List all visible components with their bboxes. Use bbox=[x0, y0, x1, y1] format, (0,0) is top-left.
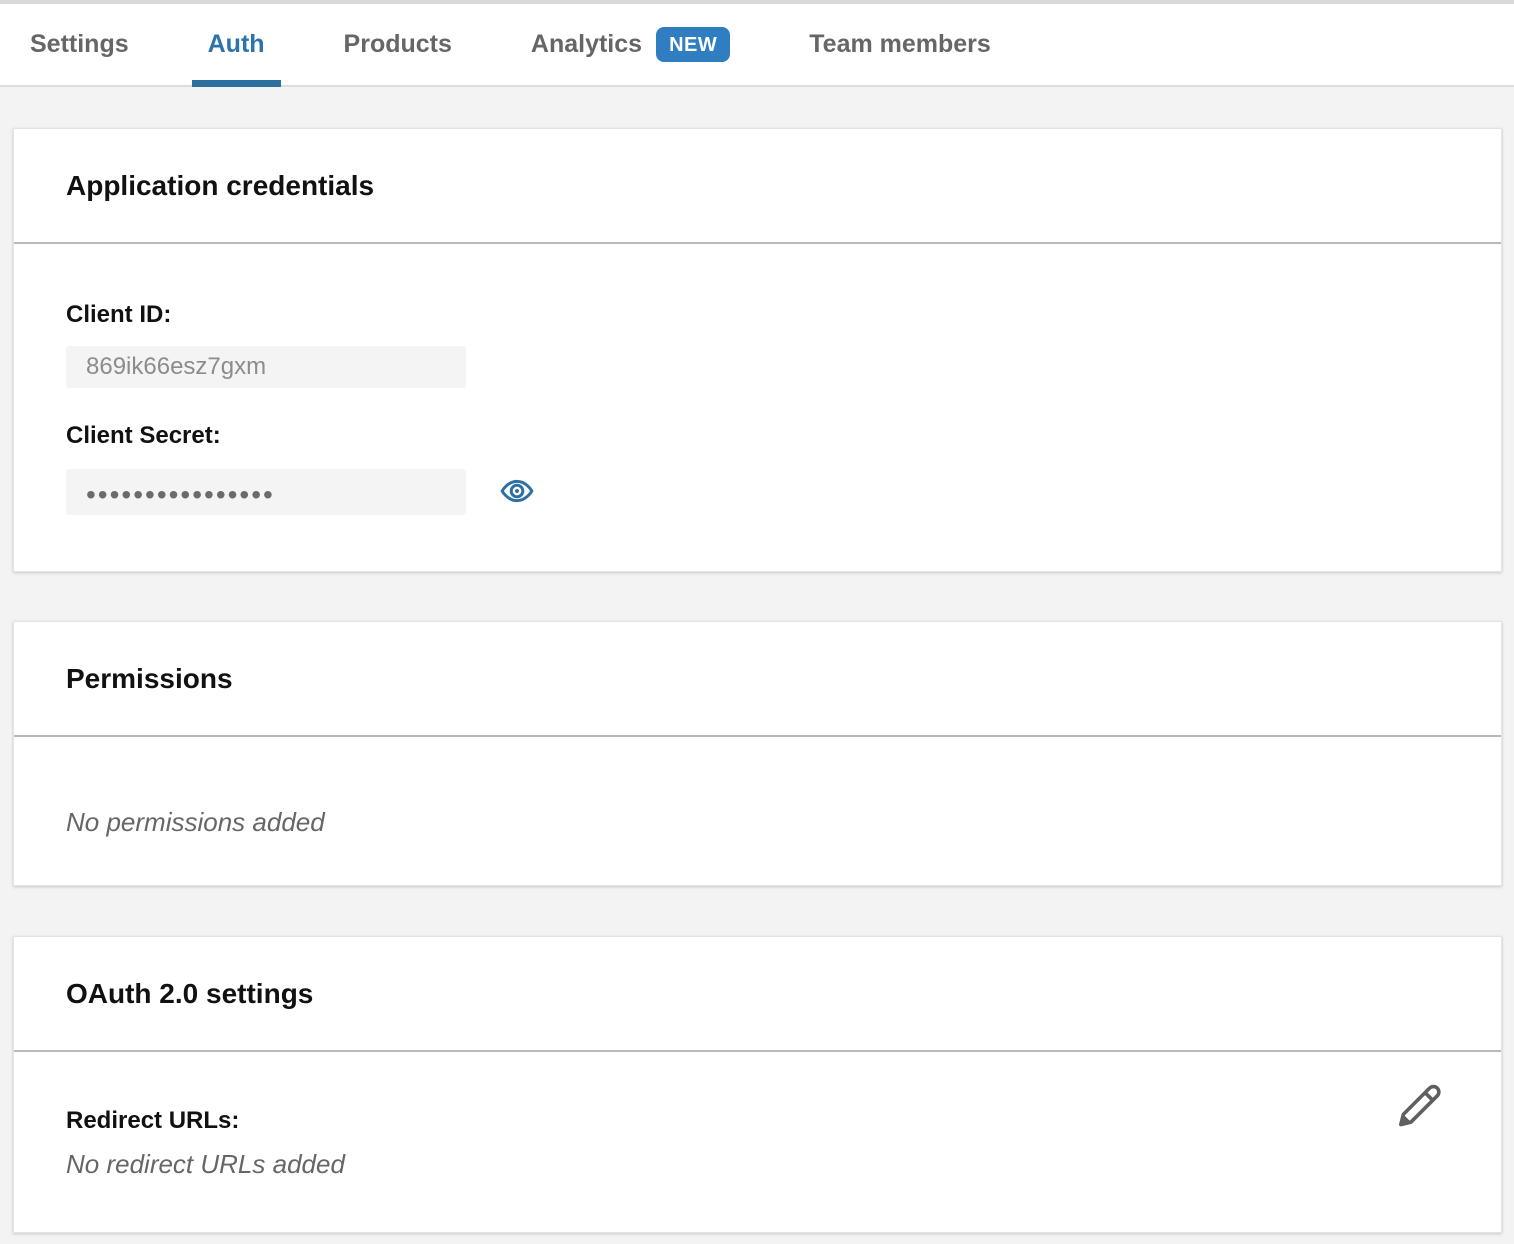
tab-settings[interactable]: Settings bbox=[30, 4, 129, 85]
redirect-urls-empty-message: No redirect URLs added bbox=[66, 1149, 1449, 1180]
permissions-header: Permissions bbox=[14, 622, 1501, 737]
new-badge: NEW bbox=[656, 27, 730, 62]
client-secret-field[interactable]: •••••••••••••••• bbox=[66, 469, 466, 515]
eye-icon bbox=[500, 474, 534, 511]
tab-bar: Settings Auth Products Analytics NEW Tea… bbox=[0, 0, 1514, 87]
permissions-card: Permissions No permissions added bbox=[13, 621, 1502, 886]
application-credentials-body: Client ID: 869ik66esz7gxm Client Secret:… bbox=[14, 244, 1501, 571]
tab-analytics-label: Analytics bbox=[531, 30, 642, 59]
tab-auth[interactable]: Auth bbox=[208, 4, 265, 85]
client-secret-label: Client Secret: bbox=[66, 422, 1449, 450]
reveal-secret-button[interactable] bbox=[499, 474, 535, 510]
client-id-field[interactable]: 869ik66esz7gxm bbox=[66, 346, 466, 388]
redirect-urls-label: Redirect URLs: bbox=[66, 1107, 1449, 1135]
permissions-body: No permissions added bbox=[14, 737, 1501, 885]
pencil-icon bbox=[1397, 1116, 1443, 1131]
oauth-settings-title: OAuth 2.0 settings bbox=[66, 978, 313, 1010]
application-credentials-header: Application credentials bbox=[14, 129, 1501, 244]
tab-auth-label: Auth bbox=[208, 30, 265, 59]
tab-team-members-label: Team members bbox=[809, 30, 991, 59]
tab-products-label: Products bbox=[344, 30, 452, 59]
application-credentials-card: Application credentials Client ID: 869ik… bbox=[13, 128, 1502, 572]
auth-tab-content: Application credentials Client ID: 869ik… bbox=[0, 87, 1514, 1233]
tab-analytics[interactable]: Analytics NEW bbox=[531, 4, 730, 85]
tab-settings-label: Settings bbox=[30, 30, 129, 59]
oauth-settings-body: Redirect URLs: No redirect URLs added bbox=[14, 1052, 1501, 1232]
tab-team-members[interactable]: Team members bbox=[809, 4, 991, 85]
tab-products[interactable]: Products bbox=[344, 4, 452, 85]
client-id-label: Client ID: bbox=[66, 301, 1449, 329]
edit-redirect-urls-button[interactable] bbox=[1397, 1082, 1443, 1128]
oauth-settings-header: OAuth 2.0 settings bbox=[14, 937, 1501, 1052]
permissions-title: Permissions bbox=[66, 663, 233, 695]
oauth-settings-card: OAuth 2.0 settings Redirect URLs: No red… bbox=[13, 936, 1502, 1233]
application-credentials-title: Application credentials bbox=[66, 170, 374, 202]
client-secret-row: •••••••••••••••• bbox=[66, 450, 1449, 515]
permissions-empty-message: No permissions added bbox=[66, 807, 1449, 838]
client-id-value: 869ik66esz7gxm bbox=[86, 353, 266, 381]
